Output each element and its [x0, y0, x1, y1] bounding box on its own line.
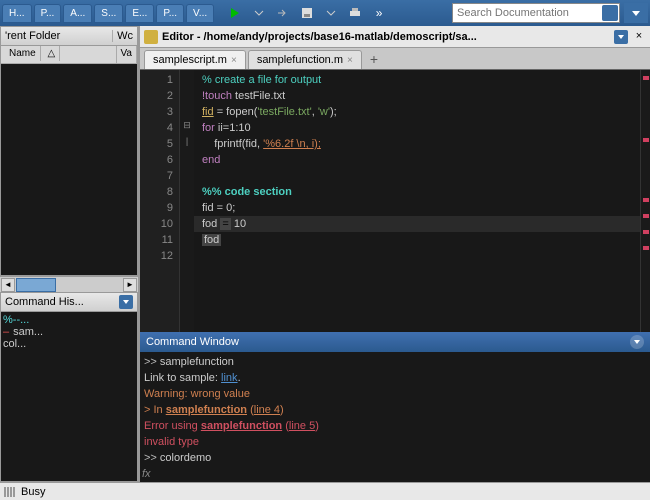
command-history-panel[interactable]: %--...sam...col...	[0, 312, 138, 482]
ribbon-tab-5[interactable]: P...	[156, 4, 184, 23]
editor-tab[interactable]: samplefunction.m×	[248, 50, 362, 69]
tab-close-icon[interactable]: ×	[347, 55, 353, 66]
folder-hscrollbar[interactable]: ◄ ►	[0, 276, 138, 292]
minimap[interactable]	[640, 70, 650, 332]
print-icon[interactable]	[344, 2, 366, 24]
code-line[interactable]: fprintf(fid, '%6.2f \n, i);	[194, 136, 640, 152]
save-icon[interactable]	[296, 2, 318, 24]
line-number-gutter: 123456789101112	[140, 70, 180, 332]
code-line[interactable]: fod	[194, 232, 640, 248]
editor-close-button[interactable]: ×	[632, 30, 646, 44]
step-icon[interactable]	[272, 2, 294, 24]
column-name[interactable]: Name △	[1, 46, 117, 63]
command-line: >> colordemo	[144, 450, 646, 466]
status-indicator-icon	[4, 487, 15, 497]
code-line[interactable]: %% code section	[194, 184, 640, 200]
ribbon-tab-3[interactable]: S...	[94, 4, 123, 23]
top-toolbar: H...P...A...S...E...P...V... »	[0, 0, 650, 26]
ribbon-tab-4[interactable]: E...	[125, 4, 154, 23]
editor-body[interactable]: 123456789101112 ⊟| % create a file for o…	[140, 70, 650, 332]
command-line: invalid type	[144, 434, 646, 450]
code-line[interactable]: !touch testFile.txt	[194, 88, 640, 104]
scroll-thumb[interactable]	[16, 278, 56, 292]
editor-title: Editor - /home/andy/projects/base16-matl…	[162, 31, 610, 43]
run-dropdown-icon[interactable]	[248, 2, 270, 24]
code-line[interactable]: fid = fopen('testFile.txt', 'w');	[194, 104, 640, 120]
code-area[interactable]: % create a file for output!touch testFil…	[194, 70, 640, 332]
run-button[interactable]	[224, 2, 246, 24]
search-button[interactable]	[602, 5, 618, 21]
fx-icon[interactable]: fx	[142, 468, 151, 480]
column-value[interactable]: Va	[117, 46, 138, 63]
command-window-menu-icon[interactable]	[630, 335, 644, 349]
folder-title-left: 'rent Folder	[5, 30, 60, 42]
folder-title-right: Wc	[112, 30, 133, 42]
command-window-body[interactable]: >> samplefunctionLink to sample: link.Wa…	[140, 352, 650, 482]
command-line: Warning: wrong value	[144, 386, 646, 402]
command-line: >> samplefunction	[144, 354, 646, 370]
status-bar: Busy	[0, 482, 650, 500]
command-history-header[interactable]: Command His...	[0, 292, 138, 312]
code-line[interactable]: end	[194, 152, 640, 168]
history-title: Command His...	[5, 296, 84, 308]
code-line[interactable]: for ii=1:10	[194, 120, 640, 136]
command-line: Error using samplefunction (line 5)	[144, 418, 646, 434]
editor-header: Editor - /home/andy/projects/base16-matl…	[140, 26, 650, 48]
code-line[interactable]	[194, 168, 640, 184]
layout-menu-button[interactable]	[624, 3, 648, 23]
current-folder-panel: Name △ Va	[0, 46, 138, 276]
fold-gutter[interactable]: ⊟|	[180, 70, 194, 332]
ribbon-tab-1[interactable]: P...	[34, 4, 62, 23]
history-item[interactable]: col...	[3, 338, 135, 350]
ribbon-tab-2[interactable]: A...	[63, 4, 92, 23]
code-line[interactable]: fod = 10	[194, 216, 640, 232]
ribbon-tab-6[interactable]: V...	[186, 4, 214, 23]
code-line[interactable]: fid = 0;	[194, 200, 640, 216]
editor-menu-icon[interactable]	[614, 30, 628, 44]
scroll-left-button[interactable]: ◄	[1, 278, 15, 292]
add-tab-button[interactable]: +	[364, 49, 384, 69]
more-icon[interactable]: »	[368, 2, 390, 24]
command-line: Link to sample: link.	[144, 370, 646, 386]
command-window-title: Command Window	[146, 336, 239, 348]
code-line[interactable]: % create a file for output	[194, 72, 640, 88]
history-item[interactable]: %--...	[3, 314, 135, 326]
current-folder-header[interactable]: 'rent Folder Wc	[0, 26, 138, 46]
code-line[interactable]	[194, 248, 640, 264]
command-line: > In samplefunction (line 4)	[144, 402, 646, 418]
editor-icon	[144, 30, 158, 44]
history-menu-icon[interactable]	[119, 295, 133, 309]
ribbon-tab-0[interactable]: H...	[2, 4, 32, 23]
editor-tab-bar: samplescript.m×samplefunction.m×+	[140, 48, 650, 70]
status-text: Busy	[21, 486, 45, 498]
tab-close-icon[interactable]: ×	[231, 55, 237, 66]
save-dropdown-icon[interactable]	[320, 2, 342, 24]
editor-tab[interactable]: samplescript.m×	[144, 50, 246, 69]
scroll-right-button[interactable]: ►	[123, 278, 137, 292]
history-item[interactable]: sam...	[3, 326, 135, 338]
command-window-header[interactable]: Command Window	[140, 332, 650, 352]
search-input[interactable]	[452, 3, 620, 23]
